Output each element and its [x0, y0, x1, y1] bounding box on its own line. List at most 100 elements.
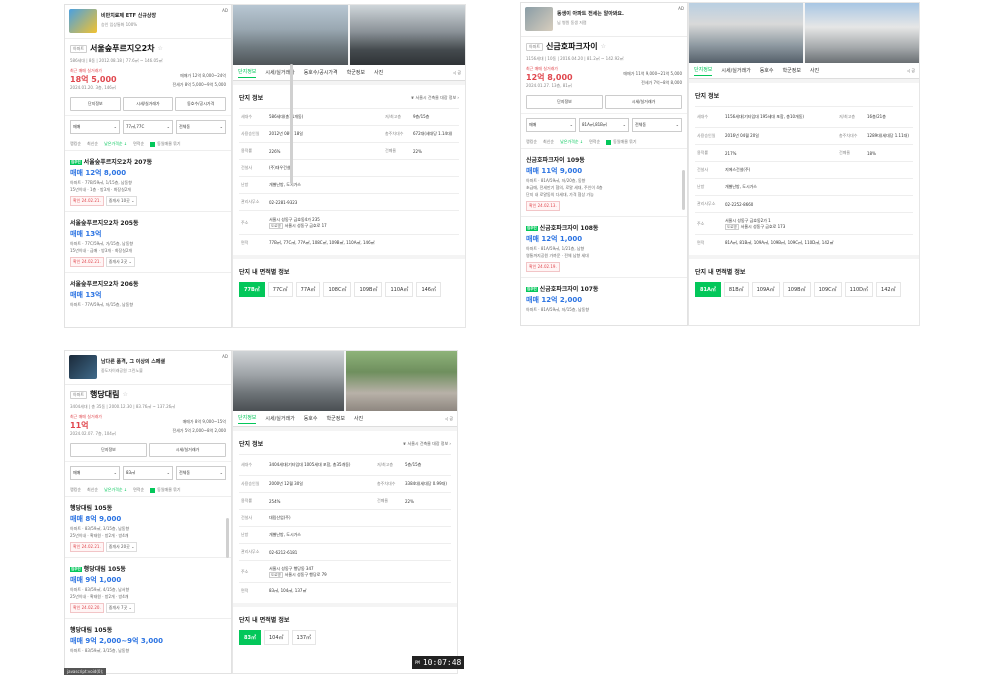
ad-tag: AD: [678, 6, 684, 11]
agent-count-button[interactable]: 중개사 2곳 ⌄: [105, 257, 135, 267]
trade-type-select[interactable]: 매매 ⌄: [70, 466, 120, 480]
sort-latest[interactable]: 최신순: [87, 487, 98, 493]
scrollbar[interactable]: [226, 518, 229, 558]
info-row: 관리사무소 02-2252-8660: [695, 195, 913, 212]
sort-ranking[interactable]: 랭킹순: [70, 487, 81, 493]
agent-count-button[interactable]: 중개사 10곳 ⌄: [105, 196, 138, 206]
tab-school[interactable]: 학군정보: [327, 415, 345, 422]
group-same-checkbox[interactable]: 동일매물 묶기: [150, 141, 181, 147]
group-same-checkbox[interactable]: 동일매물 묶기: [606, 139, 637, 145]
tab-school[interactable]: 학군정보: [783, 67, 801, 74]
area-tab[interactable]: 142㎡: [876, 282, 901, 297]
ad-banner[interactable]: 남다른 품격, 그 이상의 스페셜 중도자이래공원 그린노블 AD: [65, 351, 231, 385]
agent-count-button[interactable]: 중개사 7곳 ⌄: [105, 603, 135, 613]
building-registry-link[interactable]: ❦ 서울시 건축물 대장 정보 ›: [411, 95, 459, 101]
trade-type-select[interactable]: 매매 ⌄: [70, 120, 120, 134]
tab-complex-info[interactable]: 단지정보: [238, 68, 257, 78]
tab-complex-info[interactable]: 단지정보: [694, 66, 713, 76]
area-select[interactable]: 77㎡,77C ⌄: [123, 120, 173, 134]
area-select[interactable]: 81A㎡,81B㎡ ⌄: [579, 118, 629, 132]
sort-latest[interactable]: 최신순: [87, 141, 98, 147]
tab-photos[interactable]: 사진: [354, 415, 363, 422]
area-tab[interactable]: 109A㎡: [751, 282, 780, 297]
complex-info-button[interactable]: 단지정보: [70, 97, 121, 111]
tab-complex-info[interactable]: 단지정보: [238, 414, 257, 424]
area-tab[interactable]: 108C㎡: [323, 282, 352, 297]
area-tab[interactable]: 110A㎡: [385, 282, 414, 297]
listing-detail: 아파트 · 83/59㎡, 3/15층, 남동향: [70, 648, 130, 653]
complex-photo[interactable]: [346, 351, 457, 411]
scrollbar[interactable]: [682, 170, 685, 210]
area-tab[interactable]: 77B㎡: [239, 282, 265, 297]
list-item[interactable]: 집주인 신금호파크자이 107동 매매 12억 2,000 아파트 · 81A/5…: [521, 278, 687, 318]
sort-area[interactable]: 면적순: [589, 139, 600, 145]
sort-latest[interactable]: 최신순: [543, 139, 554, 145]
complex-info-button[interactable]: 단지정보: [526, 95, 603, 109]
ad-banner[interactable]: 동생이 아파트 전세는 알아봐요. 님 병원 동생 저렴 AD: [521, 3, 687, 37]
area-tab[interactable]: 109B㎡: [782, 282, 811, 297]
area-tab[interactable]: 109B㎡: [354, 282, 383, 297]
building-select[interactable]: 전체동 ⌄: [176, 466, 226, 480]
tab-unit[interactable]: 동호수: [760, 67, 774, 74]
area-section: 단지 내 면적별 정보 81A㎡ 81B㎡ 109A㎡ 109B㎡ 109C㎡ …: [689, 259, 919, 325]
building-select[interactable]: 전체동 ⌄: [176, 120, 226, 134]
sort-low-price[interactable]: 낮은가격순 ↓: [560, 139, 583, 145]
building-select[interactable]: 전체동 ⌄: [632, 118, 682, 132]
area-tab[interactable]: 137㎡: [291, 630, 317, 645]
area-tab[interactable]: 77C㎡: [267, 282, 293, 297]
share-button[interactable]: ◁ 공: [445, 416, 453, 422]
scrollbar[interactable]: [290, 64, 293, 184]
trade-type-select[interactable]: 매매 ⌄: [526, 118, 576, 132]
area-tab[interactable]: 81B㎡: [723, 282, 749, 297]
complex-photo[interactable]: [233, 351, 344, 411]
star-icon[interactable]: ☆: [158, 45, 163, 52]
unit-price-button[interactable]: 동호수/공시가격: [175, 97, 227, 111]
tab-school[interactable]: 학군정보: [347, 69, 365, 76]
tab-unit[interactable]: 동호수: [304, 415, 318, 422]
tab-price[interactable]: 시세/실거래가: [265, 415, 294, 422]
sort-ranking[interactable]: 랭킹순: [70, 141, 81, 147]
tab-price[interactable]: 시세/실거래가: [721, 67, 750, 74]
complex-photo[interactable]: [805, 3, 919, 63]
list-item[interactable]: 집주인 서울숲푸르지오2차 207동 매매 12억 8,000 아파트 · 77B…: [65, 151, 231, 212]
complex-photo[interactable]: [350, 5, 465, 65]
star-icon[interactable]: ☆: [123, 391, 128, 398]
agent-count-button[interactable]: 중개사 20곳 ⌄: [105, 542, 138, 552]
list-item[interactable]: 집주인 신금호파크자이 108동 매매 12억 1,000 아파트 · 81A/5…: [521, 217, 687, 278]
list-item[interactable]: 행당대림 105동 매매 8억 9,000 아파트 · 83/59㎡, 3/15…: [65, 497, 231, 558]
area-tab[interactable]: 83㎡: [239, 630, 261, 645]
price-button[interactable]: 시세/실거래가: [605, 95, 682, 109]
area-tab[interactable]: 146㎡: [416, 282, 441, 297]
complex-info-button[interactable]: 단지정보: [70, 443, 147, 457]
tab-unit[interactable]: 동호수/공시가격: [304, 69, 338, 76]
sort-low-price[interactable]: 낮은가격순 ↓: [104, 141, 127, 147]
ad-banner[interactable]: 비만치료제 ETF 신규상장 승인 임상통화 100% AD: [65, 5, 231, 39]
area-tab[interactable]: 104㎡: [263, 630, 289, 645]
list-item[interactable]: 행당대림 105동 매매 9억 2,000~9억 3,000 아파트 · 83/…: [65, 619, 231, 659]
area-select[interactable]: 83㎡ ⌄: [123, 466, 173, 480]
price-button[interactable]: 시세/실거래가: [149, 443, 226, 457]
building-registry-link[interactable]: ❦ 서울시 건축물 대장 정보 ›: [403, 441, 451, 447]
complex-photo[interactable]: [689, 3, 803, 63]
sort-area[interactable]: 면적순: [133, 487, 144, 493]
list-item[interactable]: 서울숲푸르지오2차 205동 매매 13억 아파트 · 77C/59㎡, 가/1…: [65, 212, 231, 273]
star-icon[interactable]: ☆: [601, 43, 606, 50]
address-road: 서울시 성동구 금호로 173: [740, 223, 786, 229]
area-tab[interactable]: 110D㎡: [844, 282, 874, 297]
price-button[interactable]: 시세/실거래가: [122, 97, 174, 111]
share-button[interactable]: ◁ 공: [907, 68, 915, 74]
complex-photo[interactable]: [233, 5, 348, 65]
share-button[interactable]: ◁ 공: [453, 70, 461, 76]
list-item[interactable]: 집주인 행당대림 105동 매매 9억 1,000 아파트 · 83/59㎡, 4…: [65, 558, 231, 619]
sort-ranking[interactable]: 랭킹순: [526, 139, 537, 145]
area-tab[interactable]: 81A㎡: [695, 282, 721, 297]
list-item[interactable]: 서울숲푸르지오2차 206동 매매 13억 아파트 · 77A/59㎡, 저/1…: [65, 273, 231, 313]
list-item[interactable]: 신금호파크자이 109동 매매 11억 9,000 아파트 · 81A/59㎡,…: [521, 149, 687, 217]
group-same-checkbox[interactable]: 동일매물 묶기: [150, 487, 181, 493]
tab-photos[interactable]: 사진: [810, 67, 819, 74]
sort-low-price[interactable]: 낮은가격순 ↓: [104, 487, 127, 493]
area-tab[interactable]: 109C㎡: [813, 282, 842, 297]
sort-area[interactable]: 면적순: [133, 141, 144, 147]
tab-photos[interactable]: 사진: [374, 69, 383, 76]
area-tab[interactable]: 77A㎡: [295, 282, 321, 297]
